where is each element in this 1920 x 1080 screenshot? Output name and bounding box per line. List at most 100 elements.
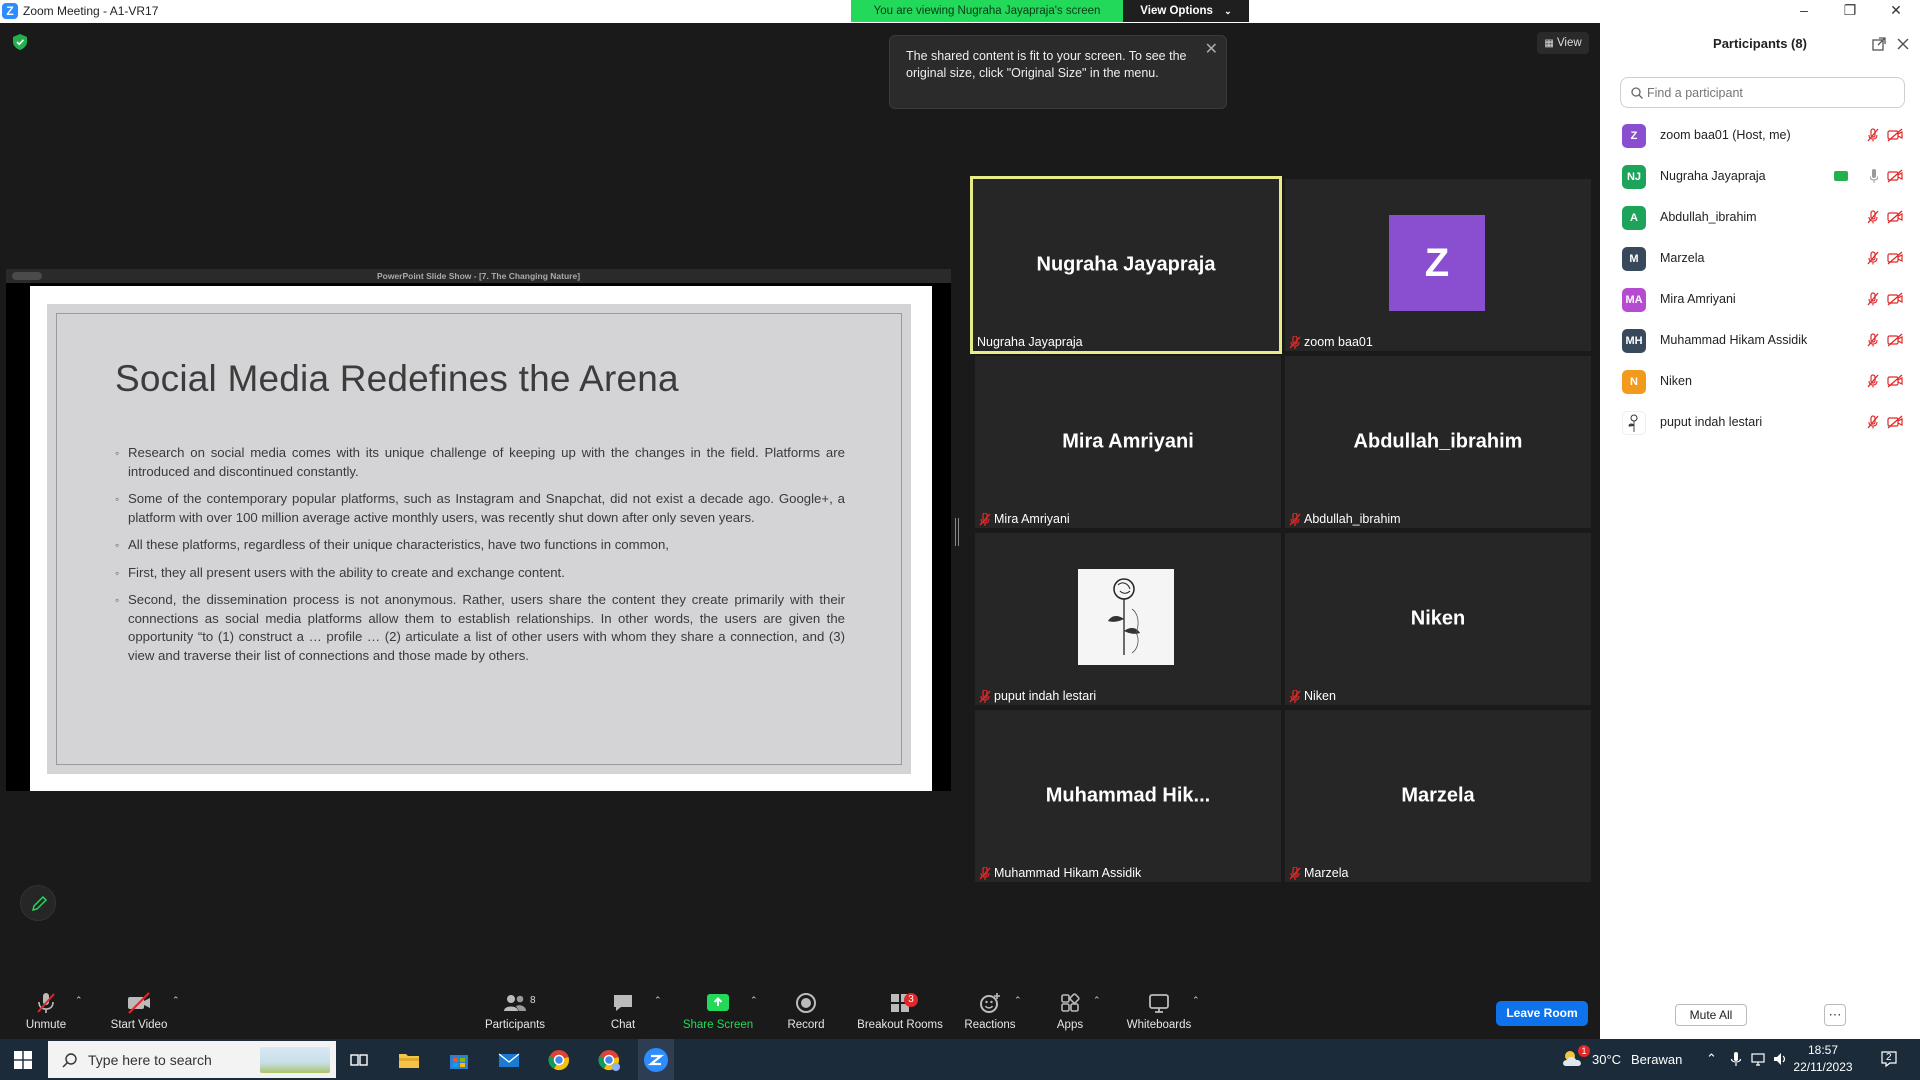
start-video-button[interactable]: Start Video [104, 991, 174, 1037]
video-tile[interactable]: Abdullah_ibrahim Abdullah_ibrahim [1285, 356, 1591, 528]
mic-muted-icon[interactable] [1866, 251, 1880, 265]
audio-options-caret-icon[interactable]: ⌃ [75, 995, 83, 1006]
participant-row[interactable]: N Niken [1600, 361, 1920, 402]
close-window-button[interactable]: ✕ [1876, 0, 1916, 23]
chevron-up-icon[interactable]: ⌃ [1706, 1051, 1717, 1067]
slide-frame: Social Media Redefines the Arena Researc… [56, 313, 902, 765]
participant-search[interactable] [1620, 77, 1905, 108]
windows-start-icon[interactable] [14, 1051, 32, 1069]
tile-name-label: Mira Amriyani [979, 512, 1070, 526]
record-button[interactable]: Record [780, 991, 832, 1037]
breakout-rooms-button[interactable]: Breakout Rooms [852, 991, 948, 1037]
tooltip-close-icon[interactable]: ✕ [1205, 41, 1218, 58]
video-options-caret-icon[interactable]: ⌃ [172, 995, 180, 1006]
tile-participant-name: puput indah lestari [994, 689, 1097, 703]
clock-time[interactable]: 18:57 [1786, 1043, 1860, 1057]
view-layout-button[interactable]: ▦ View [1537, 32, 1589, 54]
participant-name: Niken [1660, 374, 1692, 388]
share-screen-button[interactable]: Share Screen [678, 991, 758, 1037]
video-off-icon[interactable] [1887, 210, 1903, 224]
video-tile[interactable]: Muhammad Hik... Muhammad Hikam Assidik [975, 710, 1281, 882]
whiteboards-button[interactable]: Whiteboards [1122, 991, 1196, 1037]
clock-date[interactable]: 22/11/2023 [1786, 1060, 1860, 1074]
tile-name-label: Nugraha Jayapraja [977, 335, 1083, 349]
shared-window-titlebar: PowerPoint Slide Show - [7. The Changing… [6, 269, 951, 283]
microphone-icon[interactable] [1728, 1051, 1744, 1067]
participant-row[interactable]: A Abdullah_ibrahim [1600, 197, 1920, 238]
mic-muted-icon [979, 866, 991, 880]
chat-options-caret-icon[interactable]: ⌃ [654, 995, 662, 1006]
video-off-icon[interactable] [1887, 415, 1903, 429]
leave-room-button[interactable]: Leave Room [1496, 1001, 1588, 1026]
tile-display-name: Niken [1410, 607, 1466, 630]
task-view-icon[interactable] [346, 1047, 372, 1073]
pencil-icon [31, 895, 48, 912]
encryption-shield-icon[interactable] [13, 34, 27, 50]
video-off-icon[interactable] [1887, 292, 1903, 306]
participant-list: Z zoom baa01 (Host, me) NJ Nugraha Jayap… [1600, 115, 1920, 443]
video-off-icon[interactable] [1887, 374, 1903, 388]
pop-out-icon[interactable] [1872, 37, 1886, 51]
mic-muted-icon [1289, 689, 1301, 703]
mic-muted-icon[interactable] [1866, 210, 1880, 224]
share-options-caret-icon[interactable]: ⌃ [750, 995, 758, 1006]
view-options-button[interactable]: View Options ⌄ [1123, 0, 1249, 22]
video-tile[interactable]: Z zoom baa01 [1285, 179, 1591, 351]
chrome-profile-icon[interactable] [596, 1047, 622, 1073]
chat-label: Chat [610, 1019, 636, 1031]
mic-on-icon[interactable] [1870, 169, 1878, 183]
shared-screen: PowerPoint Slide Show - [7. The Changing… [6, 269, 951, 791]
annotate-button[interactable] [20, 885, 56, 921]
mute-all-button[interactable]: Mute All [1675, 1004, 1747, 1026]
video-tile[interactable]: Nugraha Jayapraja Nugraha Jayapraja [970, 176, 1282, 354]
participants-button[interactable]: Participants [480, 991, 550, 1037]
video-off-icon[interactable] [1887, 128, 1903, 142]
reactions-button[interactable]: Reactions [960, 991, 1020, 1037]
taskbar-search[interactable]: Type here to search [48, 1041, 336, 1078]
mic-muted-icon[interactable] [1866, 333, 1880, 347]
whiteboards-caret-icon[interactable]: ⌃ [1192, 995, 1200, 1006]
mail-icon[interactable] [496, 1047, 522, 1073]
video-tile[interactable]: Marzela Marzela [1285, 710, 1591, 882]
avatar: N [1622, 370, 1646, 394]
video-off-icon[interactable] [1887, 251, 1903, 265]
apps-caret-icon[interactable]: ⌃ [1093, 995, 1101, 1006]
search-input[interactable] [1647, 84, 1897, 102]
reactions-caret-icon[interactable]: ⌃ [1014, 995, 1022, 1006]
restore-button[interactable]: ❐ [1830, 0, 1870, 23]
zoom-app-icon [644, 1048, 668, 1072]
chat-button[interactable]: Chat [598, 991, 648, 1037]
temperature: 30°C [1592, 1052, 1622, 1067]
close-icon[interactable] [1896, 37, 1910, 51]
participant-row[interactable]: M Marzela [1600, 238, 1920, 279]
participant-row[interactable]: MA Mira Amriyani [1600, 279, 1920, 320]
mic-muted-icon[interactable] [1866, 292, 1880, 306]
video-tile[interactable]: puput indah lestari [975, 533, 1281, 705]
mic-muted-icon[interactable] [1866, 374, 1880, 388]
tile-display-name: Mira Amriyani [1062, 430, 1194, 453]
participant-row[interactable]: puput indah lestari [1600, 402, 1920, 443]
chrome-icon[interactable] [546, 1047, 572, 1073]
video-tile[interactable]: Mira Amriyani Mira Amriyani [975, 356, 1281, 528]
whiteboard-icon [1149, 994, 1169, 1013]
tile-participant-name: zoom baa01 [1304, 335, 1373, 349]
file-explorer-icon[interactable] [396, 1047, 422, 1073]
video-tile[interactable]: Niken Niken [1285, 533, 1591, 705]
participant-row[interactable]: Z zoom baa01 (Host, me) [1600, 115, 1920, 156]
participant-row[interactable]: MH Muhammad Hikam Assidik [1600, 320, 1920, 361]
network-icon[interactable] [1750, 1051, 1766, 1067]
mic-muted-icon[interactable] [1866, 415, 1880, 429]
participant-name: Muhammad Hikam Assidik [1660, 333, 1808, 347]
zoom-taskbar-active[interactable] [638, 1039, 674, 1080]
microsoft-store-icon[interactable] [446, 1047, 472, 1073]
mic-muted-icon[interactable] [1866, 128, 1880, 142]
apps-button[interactable]: Apps [1050, 991, 1090, 1037]
more-options-button[interactable]: ⋯ [1824, 1004, 1846, 1026]
avatar: A [1622, 206, 1646, 230]
video-off-icon[interactable] [1887, 333, 1903, 347]
video-off-icon[interactable] [1887, 169, 1903, 183]
unmute-button[interactable]: Unmute [18, 991, 74, 1037]
participant-row[interactable]: NJ Nugraha Jayapraja [1600, 156, 1920, 197]
split-resize-handle[interactable] [955, 518, 959, 546]
minimize-button[interactable]: – [1784, 0, 1824, 23]
